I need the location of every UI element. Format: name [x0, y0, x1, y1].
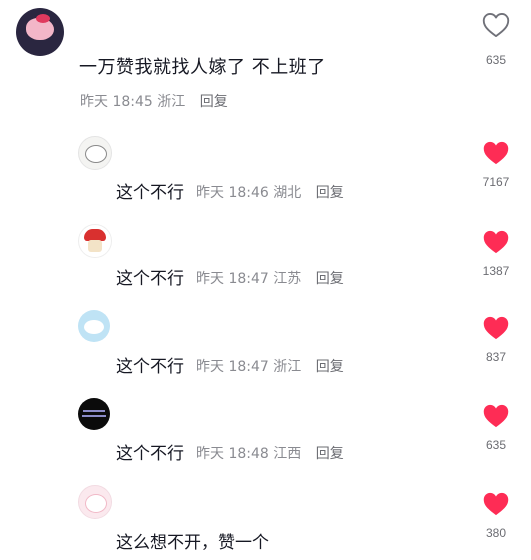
reply-button[interactable]: 回复 — [200, 94, 228, 110]
reply-text: 这个不行 — [116, 357, 184, 377]
reply-time: 昨天 18:46 — [196, 185, 269, 201]
reply-location: 江苏 — [273, 271, 302, 287]
avatar-bow — [36, 14, 50, 23]
heart-filled-icon — [483, 492, 509, 516]
reply-button[interactable]: 回复 — [316, 271, 344, 287]
avatar-image — [85, 145, 107, 163]
like-count: 635 — [485, 53, 507, 67]
reply-meta: 昨天 18:47 江苏 回复 — [196, 267, 344, 291]
like-button[interactable]: 1387 — [476, 229, 516, 279]
commenter-avatar[interactable] — [16, 8, 64, 56]
reply-avatar[interactable] — [78, 224, 112, 258]
reply-button[interactable]: 回复 — [316, 446, 344, 462]
reply-meta: 昨天 18:48 江西 回复 — [196, 442, 344, 466]
reply-avatar[interactable] — [78, 136, 112, 170]
reply-text: 这么想不开，赞一个 — [116, 533, 269, 553]
reply-location: 江西 — [273, 446, 302, 462]
heart-filled-icon — [483, 316, 509, 340]
comment-meta: 昨天 18:45 浙江 回复 — [80, 92, 228, 112]
avatar-image — [83, 410, 105, 412]
comment-text: 一万赞我就找人嫁了 不上班了 — [79, 57, 326, 78]
reply-avatar[interactable] — [78, 485, 112, 519]
like-count: 635 — [485, 438, 507, 452]
reply-avatar[interactable] — [78, 310, 110, 342]
reply-time: 昨天 18:48 — [196, 446, 269, 462]
avatar-image — [84, 320, 104, 334]
reply-time: 昨天 18:47 — [196, 271, 269, 287]
heart-filled-icon — [483, 404, 509, 428]
like-button[interactable]: 380 — [476, 491, 516, 541]
comment-location: 浙江 — [157, 94, 186, 110]
like-button[interactable]: 635 — [476, 403, 516, 453]
avatar-image — [85, 494, 107, 513]
reply-avatar[interactable] — [78, 398, 110, 430]
like-button[interactable]: 7167 — [476, 140, 516, 190]
like-count: 1387 — [482, 264, 510, 278]
reply-text: 这个不行 — [116, 269, 184, 289]
reply-button[interactable]: 回复 — [316, 359, 344, 375]
reply-meta: 昨天 18:46 湖北 回复 — [196, 181, 344, 205]
like-button[interactable]: 837 — [476, 315, 516, 365]
reply-location: 湖北 — [273, 185, 302, 201]
reply-button[interactable]: 回复 — [316, 185, 344, 201]
like-count: 380 — [485, 526, 507, 540]
heart-filled-icon — [483, 230, 509, 254]
reply-text: 这个不行 — [116, 183, 184, 203]
comment-time: 昨天 18:45 — [80, 94, 153, 110]
reply-time: 昨天 18:47 — [196, 359, 269, 375]
reply-meta: 昨天 18:47 浙江 回复 — [196, 355, 344, 379]
like-count: 7167 — [482, 175, 510, 189]
heart-outline-icon — [482, 12, 510, 38]
heart-filled-icon — [483, 141, 509, 165]
like-button[interactable]: 635 — [476, 12, 516, 68]
reply-text: 这个不行 — [116, 444, 184, 464]
reply-location: 浙江 — [273, 359, 302, 375]
like-count: 837 — [485, 350, 507, 364]
